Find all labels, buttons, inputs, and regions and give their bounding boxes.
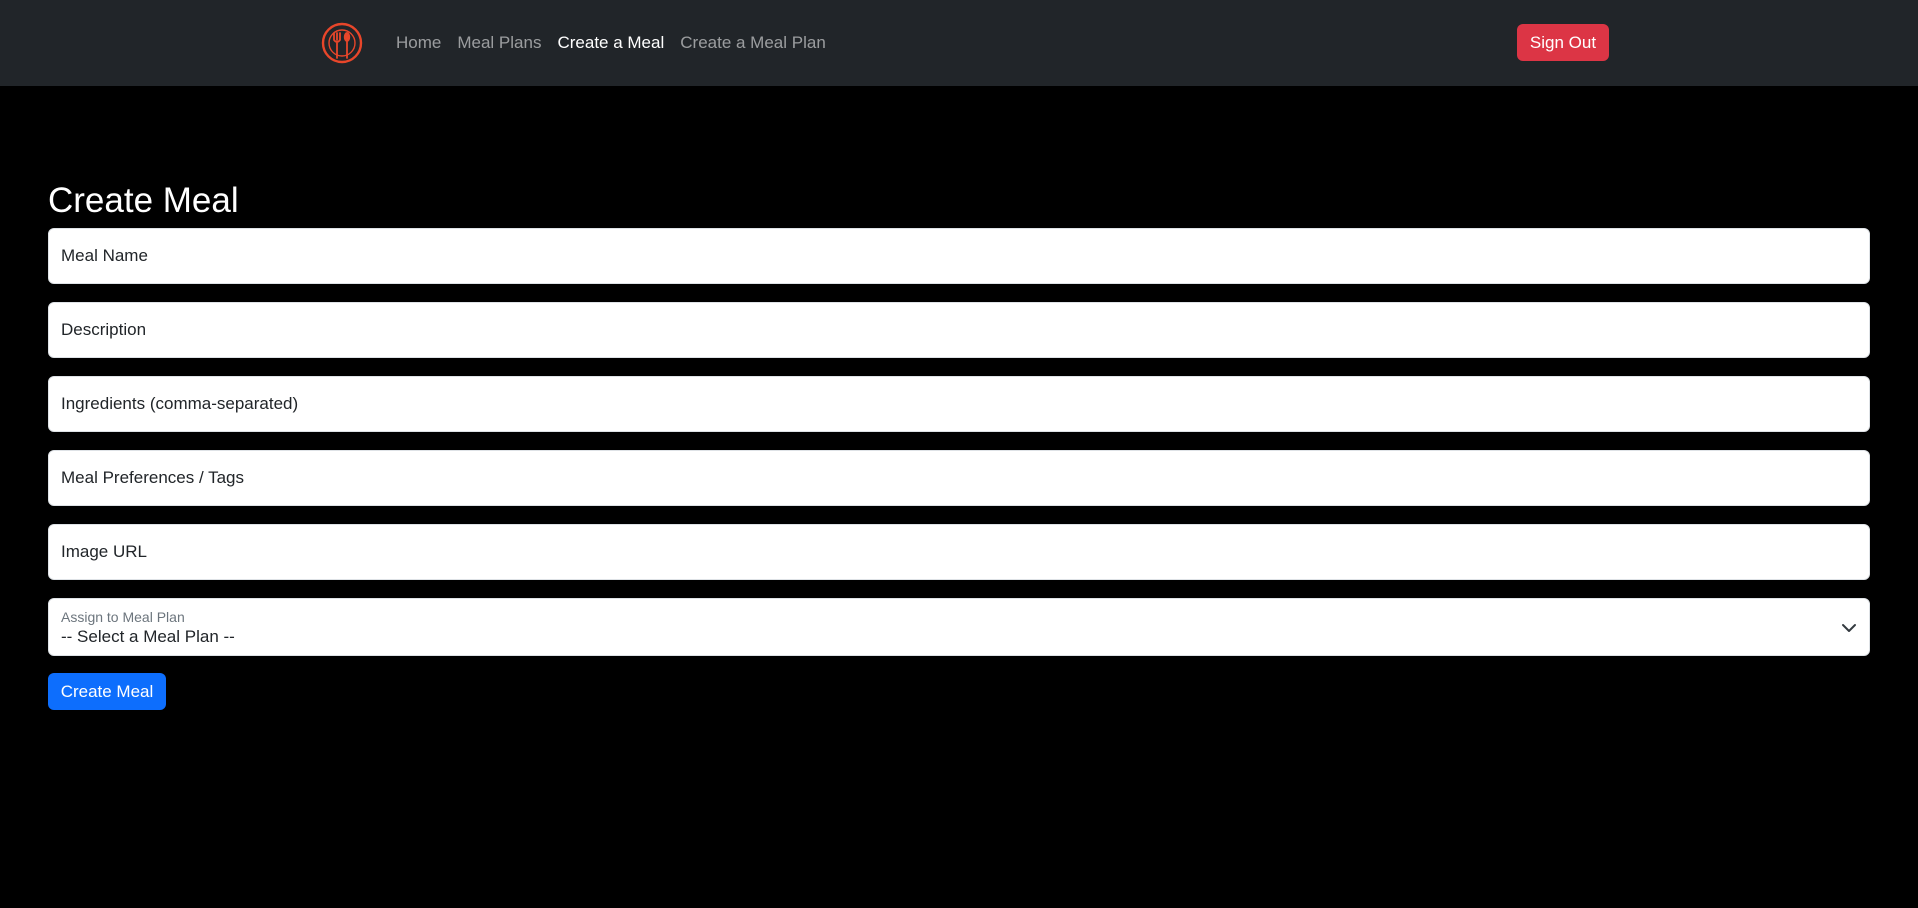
meal-name-input[interactable] <box>48 228 1870 284</box>
nav-links: Home Meal Plans Create a Meal Create a M… <box>396 0 826 86</box>
meal-plan-select-label: Assign to Meal Plan <box>61 609 185 625</box>
ingredients-input[interactable] <box>48 376 1870 432</box>
chevron-down-icon <box>1841 620 1857 636</box>
nav-link-home[interactable]: Home <box>396 33 441 53</box>
nav-link-create-meal[interactable]: Create a Meal <box>557 33 664 53</box>
create-meal-button[interactable]: Create Meal <box>48 673 166 710</box>
meal-plan-select-value: -- Select a Meal Plan -- <box>61 627 235 646</box>
tags-input[interactable] <box>48 450 1870 506</box>
nav-link-meal-plans[interactable]: Meal Plans <box>457 33 541 53</box>
navbar: Home Meal Plans Create a Meal Create a M… <box>0 0 1918 86</box>
description-input[interactable] <box>48 302 1870 358</box>
meal-plan-select[interactable]: Assign to Meal Plan -- Select a Meal Pla… <box>48 598 1870 656</box>
nav-link-create-meal-plan[interactable]: Create a Meal Plan <box>680 33 826 53</box>
image-url-input[interactable] <box>48 524 1870 580</box>
brand-logo-icon[interactable] <box>321 22 363 64</box>
page-title: Create Meal <box>48 181 239 220</box>
sign-out-button[interactable]: Sign Out <box>1517 24 1609 61</box>
